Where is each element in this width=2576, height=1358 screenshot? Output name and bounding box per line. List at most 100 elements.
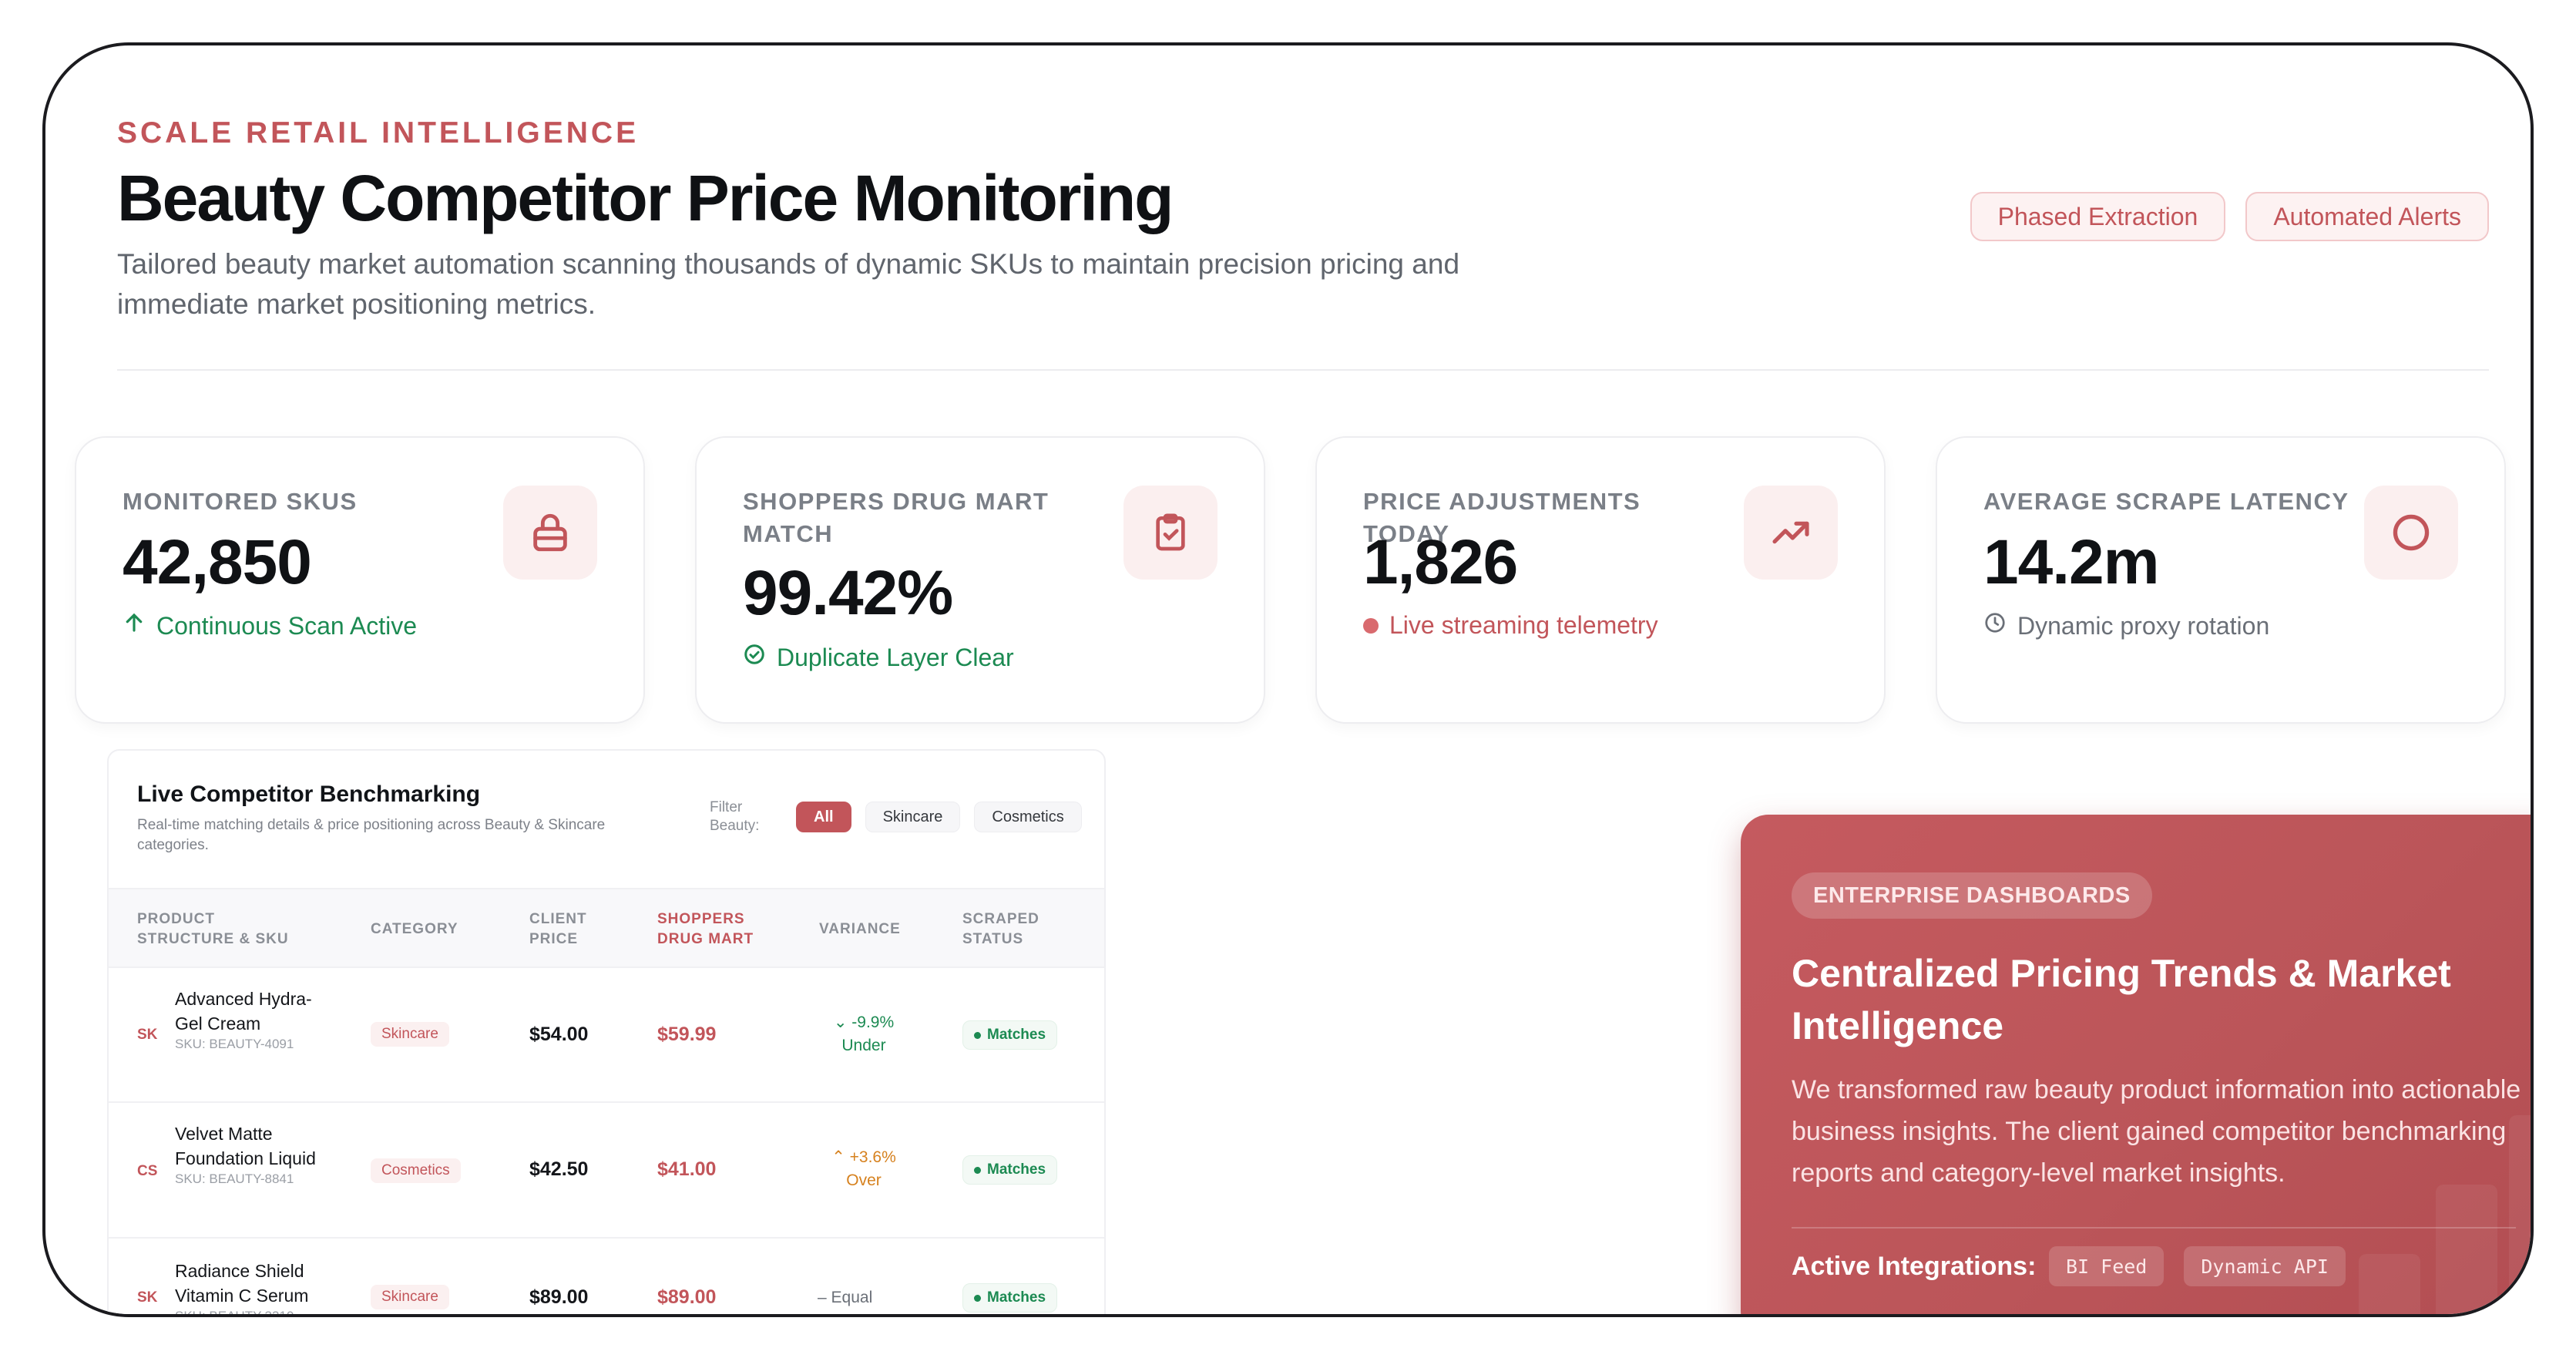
card-title: Centralized Pricing Trends & Market Inte… <box>1792 952 2451 1047</box>
filter-skincare[interactable]: Skincare <box>865 802 961 832</box>
stat-value: 99.42% <box>743 558 953 628</box>
status-text: Matches <box>987 1027 1046 1043</box>
product-name-text: Advanced Hydra-Gel Cream <box>175 989 312 1034</box>
card-pill: ENTERPRISE DASHBOARDS <box>1792 872 2152 919</box>
table-row[interactable]: CS Velvet Matte Foundation Liquid SKU: B… <box>109 1103 1104 1239</box>
product-name: Advanced Hydra-Gel Cream SKU: BEAUTY-409… <box>175 987 329 1053</box>
stat-card-sdm-match: SHOPPERS DRUG MART MATCH 99.42% Duplicat… <box>695 436 1265 724</box>
variance-text: -9.9% Under <box>841 1013 895 1054</box>
header-divider <box>117 369 2489 371</box>
product-name-text: Velvet Matte Foundation Liquid <box>175 1124 316 1168</box>
integration-bi-feed[interactable]: BI Feed <box>2049 1246 2165 1286</box>
stat-note-text: Continuous Scan Active <box>156 611 417 640</box>
header-chips: Phased Extraction Automated Alerts <box>1970 192 2489 241</box>
filter-group: All Skincare Cosmetics <box>796 802 1082 832</box>
stat-card-scrape-latency: AVERAGE SCRAPE LATENCY 14.2m Dynamic pro… <box>1936 436 2506 724</box>
eyebrow-label: SCALE RETAIL INTELLIGENCE <box>117 116 640 150</box>
page-subtitle: Tailored beauty market automation scanni… <box>117 248 1460 320</box>
table-header: PRODUCT STRUCTURE & SKU CATEGORY CLIENT … <box>109 888 1104 968</box>
status-dot-icon <box>974 1166 981 1174</box>
status-text: Matches <box>987 1161 1046 1178</box>
table-row[interactable]: SK Advanced Hydra-Gel Cream SKU: BEAUTY-… <box>109 968 1104 1103</box>
clipboard-check-icon <box>1123 486 1217 580</box>
variance-value: – Equal <box>818 1286 910 1309</box>
table-row[interactable]: SK Radiance Shield Vitamin C Serum SKU: … <box>109 1239 1104 1317</box>
client-price: $54.00 <box>529 1024 589 1045</box>
stat-note: Live streaming telemetry <box>1363 611 1658 640</box>
col-category: CATEGORY <box>371 921 458 937</box>
stat-label: AVERAGE SCRAPE LATENCY <box>1983 488 2349 515</box>
status-badge: Matches <box>962 1020 1058 1050</box>
integration-dynamic-api[interactable]: Dynamic API <box>2184 1246 2346 1286</box>
card-divider <box>1792 1227 2516 1229</box>
panel-title: Live Competitor Benchmarking <box>137 782 481 807</box>
stat-note: Dynamic proxy rotation <box>1983 611 2269 640</box>
product-sku: SKU: BEAUTY-3310 <box>175 1309 294 1317</box>
trending-up-icon <box>1744 486 1838 580</box>
stat-value: 1,826 <box>1363 527 1518 597</box>
filter-cosmetics[interactable]: Cosmetics <box>974 802 1082 832</box>
stat-label: SHOPPERS DRUG MART MATCH <box>743 488 1050 547</box>
chip-phased-extraction[interactable]: Phased Extraction <box>1970 192 2226 241</box>
sdm-price: $59.99 <box>657 1024 717 1045</box>
stat-note-text: Dynamic proxy rotation <box>2017 611 2270 640</box>
category-tag: Cosmetics <box>371 1158 461 1183</box>
integrations-label: Active Integrations: <box>1792 1252 2037 1281</box>
product-code: CS <box>137 1163 158 1179</box>
stat-card-monitored-skus: MONITORED SKUS 42,850 Continuous Scan Ac… <box>75 436 645 724</box>
chevron-up-icon: ⌃ <box>831 1148 845 1166</box>
dash-icon: – <box>818 1289 827 1306</box>
variance-value: ⌃ +3.6% Over <box>818 1146 910 1192</box>
arrow-up-icon <box>123 611 146 640</box>
product-code: SK <box>137 1027 158 1043</box>
filter-all[interactable]: All <box>796 802 851 832</box>
stat-card-price-adjustments: PRICE ADJUSTMENTS TODAY 1,826 Live strea… <box>1315 436 1886 724</box>
product-name: Velvet Matte Foundation Liquid SKU: BEAU… <box>175 1121 329 1188</box>
stat-note-text: Live streaming telemetry <box>1389 611 1658 639</box>
chevron-down-icon: ⌄ <box>833 1013 848 1031</box>
client-price: $42.50 <box>529 1158 589 1180</box>
chip-automated-alerts[interactable]: Automated Alerts <box>2245 192 2489 241</box>
product-name-text: Radiance Shield Vitamin C Serum <box>175 1261 309 1306</box>
lock-icon <box>503 486 597 580</box>
filter-label: Filter Beauty: <box>710 799 760 834</box>
category-tag: Skincare <box>371 1022 449 1047</box>
category-tag: Skincare <box>371 1285 449 1309</box>
product-sku: SKU: BEAUTY-8841 <box>175 1171 294 1186</box>
status-badge: Matches <box>962 1155 1058 1185</box>
status-dot-icon <box>974 1294 981 1302</box>
stat-note: Duplicate Layer Clear <box>743 643 1014 672</box>
stat-note-text: Duplicate Layer Clear <box>777 643 1014 671</box>
stat-value: 14.2m <box>1983 527 2160 597</box>
product-name: Radiance Shield Vitamin C Serum SKU: BEA… <box>175 1259 329 1317</box>
stat-value: 42,850 <box>123 527 312 597</box>
col-product: PRODUCT STRUCTURE & SKU <box>137 911 289 947</box>
stat-label: MONITORED SKUS <box>123 488 358 515</box>
col-sdm-price: SHOPPERS DRUG MART <box>657 911 754 947</box>
variance-text: Equal <box>831 1289 873 1306</box>
live-dot-icon <box>1363 617 1379 634</box>
clock-icon <box>1983 611 2007 640</box>
col-variance: VARIANCE <box>819 921 901 937</box>
page-frame: SCALE RETAIL INTELLIGENCE Beauty Competi… <box>42 42 2534 1317</box>
col-client-price: CLIENT PRICE <box>529 911 587 947</box>
client-price: $89.00 <box>529 1286 589 1308</box>
variance-text: +3.6% Over <box>846 1148 896 1189</box>
card-body: We transformed raw beauty product inform… <box>1792 1075 2521 1188</box>
sdm-price: $41.00 <box>657 1158 717 1180</box>
benchmark-panel: Live Competitor Benchmarking Real-time m… <box>107 749 1106 1317</box>
check-circle-icon <box>743 643 766 672</box>
product-code: SK <box>137 1289 158 1306</box>
panel-subtitle: Real-time matching details & price posit… <box>137 817 606 853</box>
status-text: Matches <box>987 1289 1046 1306</box>
enterprise-dashboard-card: ENTERPRISE DASHBOARDS Centralized Pricin… <box>1741 815 2531 1314</box>
product-sku: SKU: BEAUTY-4091 <box>175 1037 294 1051</box>
stat-note: Continuous Scan Active <box>123 611 417 640</box>
page-title: Beauty Competitor Price Monitoring <box>117 162 1174 234</box>
col-status: SCRAPED STATUS <box>962 911 1039 947</box>
variance-value: ⌄ -9.9% Under <box>818 1011 910 1057</box>
status-dot-icon <box>974 1031 981 1039</box>
integrations-list: BI Feed Dynamic API <box>2049 1246 2346 1286</box>
circle-icon <box>2364 486 2458 580</box>
sdm-price: $89.00 <box>657 1286 717 1308</box>
